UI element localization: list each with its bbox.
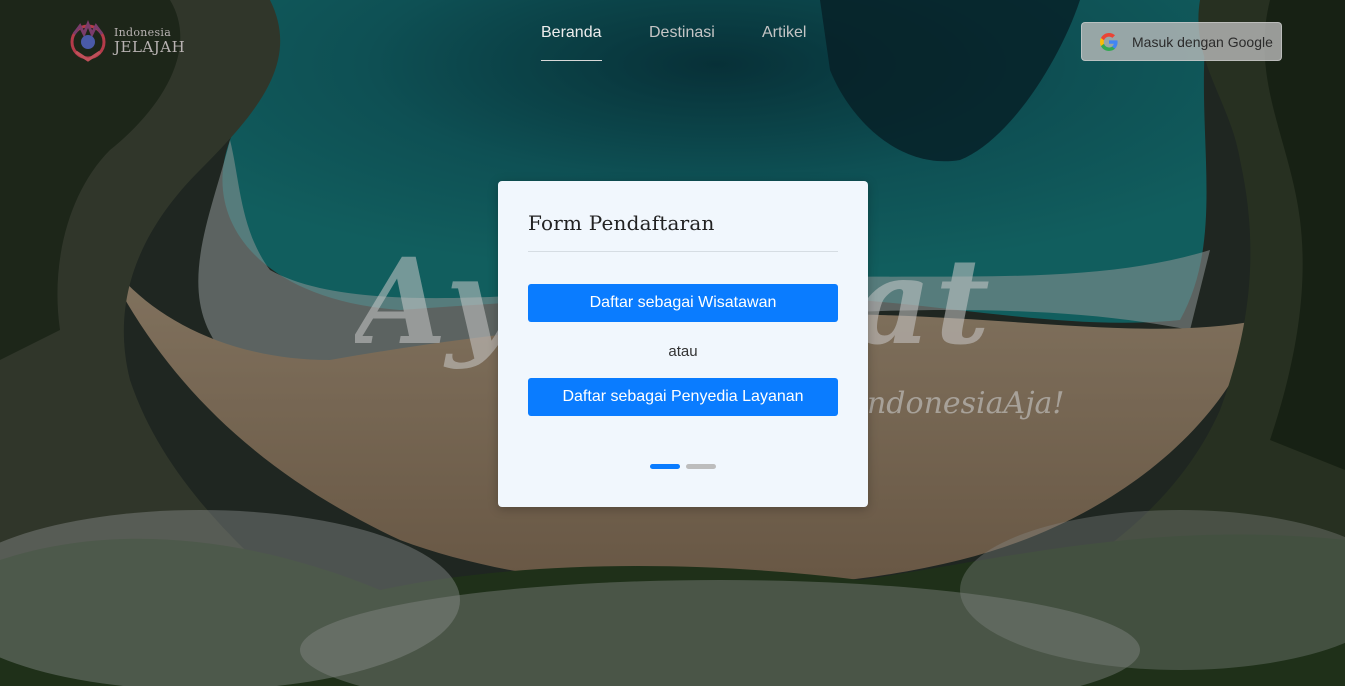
garuda-logo-icon — [70, 20, 106, 62]
modal-divider — [528, 251, 838, 252]
main-nav: Beranda Destinasi Artikel — [541, 24, 806, 61]
register-tourist-button[interactable]: Daftar sebagai Wisatawan — [528, 284, 838, 322]
or-separator-text: atau — [668, 343, 698, 360]
google-signin-label: Masuk dengan Google — [1132, 33, 1273, 50]
brand-logo[interactable]: Indonesia JELAJAH — [66, 20, 186, 62]
brand-bottom-text: JELAJAH — [114, 38, 186, 56]
carousel-indicators — [650, 464, 716, 469]
nav-item-destinasi[interactable]: Destinasi — [649, 24, 715, 61]
carousel-indicator-1[interactable] — [650, 464, 680, 469]
modal-title: Form Pendaftaran — [528, 211, 715, 235]
carousel-indicator-2[interactable] — [686, 464, 716, 469]
google-icon — [1100, 32, 1118, 51]
nav-item-beranda[interactable]: Beranda — [541, 24, 602, 61]
register-provider-button[interactable]: Daftar sebagai Penyedia Layanan — [528, 378, 838, 416]
registration-modal: Form Pendaftaran Daftar sebagai Wisatawa… — [498, 181, 868, 507]
google-signin-button[interactable]: Masuk dengan Google — [1081, 22, 1282, 61]
nav-item-artikel[interactable]: Artikel — [762, 24, 806, 61]
brand-top-text: Indonesia — [114, 26, 172, 39]
